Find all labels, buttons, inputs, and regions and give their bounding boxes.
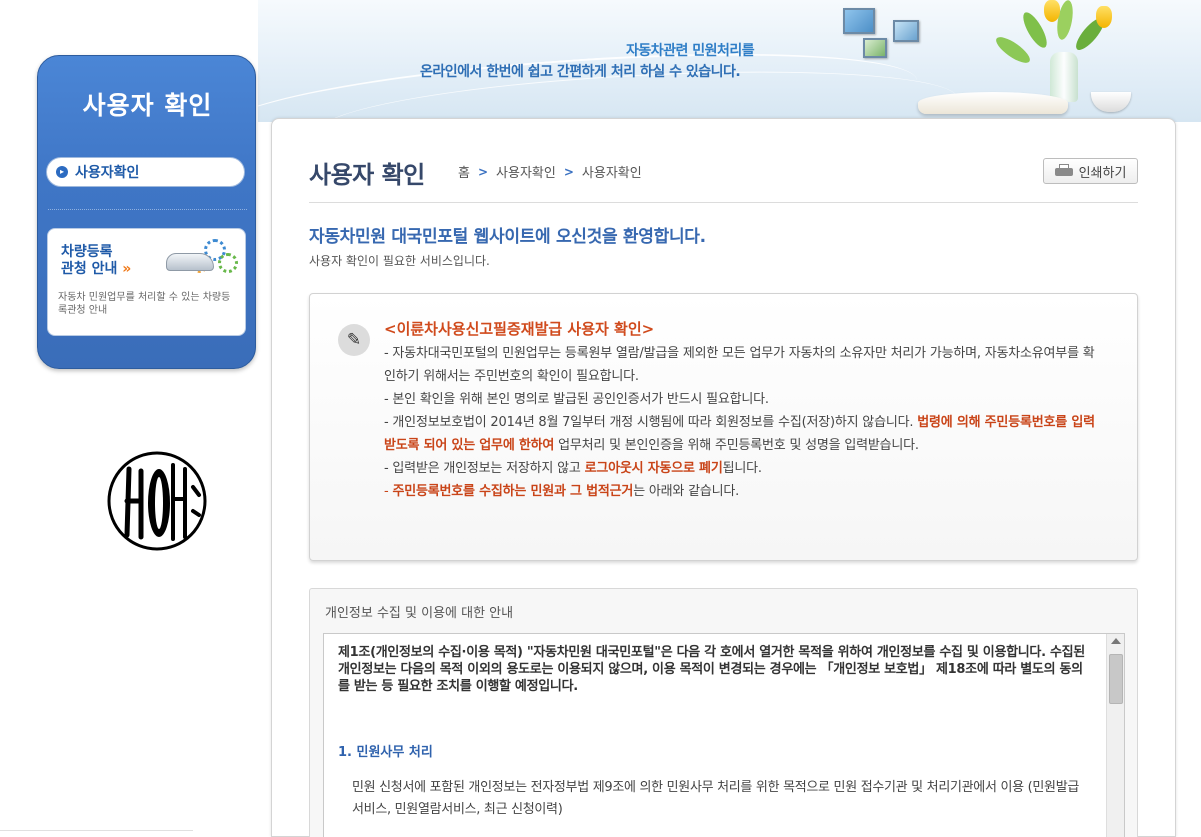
photo-frame-icon: [863, 38, 887, 58]
article-title: 1. 민원사무 처리: [338, 745, 433, 760]
photo-frame-icon: [893, 20, 919, 42]
notice-box: ✎ <이륜차사용신고필증재발급 사용자 확인> - 자동차대국민포털의 민원업무…: [309, 293, 1138, 561]
chevron-right-icon: >: [477, 164, 489, 179]
main-content-panel: 사용자 확인 홈 > 사용자확인 > 사용자확인 인쇄하기 자동차민원 대국민포…: [271, 118, 1176, 837]
notice-text: 는 아래와 같습니다.: [633, 484, 740, 499]
privacy-section: 개인정보 수집 및 이용에 대한 안내 제1조(개인정보의 수집·이용 목적) …: [309, 588, 1138, 837]
chevron-right-icon: >: [563, 164, 574, 179]
print-button-label: 인쇄하기: [1078, 165, 1127, 181]
circle-arrow-icon: ▸: [56, 166, 68, 178]
print-button[interactable]: 인쇄하기: [1043, 158, 1138, 184]
promo-title: 차량등록 관청 안내 »: [61, 244, 151, 278]
tulip-decoration: [1044, 0, 1060, 22]
notice-item: - 본인 확인을 위해 본인 명의로 발급된 공인인증서가 반드시 필요합니다.: [384, 392, 769, 407]
scrollbar-thumb[interactable]: [1109, 654, 1123, 704]
vertical-scrollbar[interactable]: [1106, 634, 1124, 837]
privacy-intro: 제1조(개인정보의 수집·이용 목적) "자동차민원 대국민포털"은 다음 각 …: [338, 645, 1085, 694]
notice-item: - 주민등록번호를 수집하는 민원과 그 법적근거는 아래와 같습니다.: [384, 480, 1100, 503]
notice-text: - 개인정보보호법이 2014년 8월 7일부터 개정 시행됨에 따라 회원정보…: [384, 415, 918, 430]
notice-heading: <이륜차사용신고필증재발급 사용자 확인>: [384, 320, 655, 338]
sidebar-title: 사용자 확인: [82, 91, 213, 120]
scroll-up-arrow-icon[interactable]: [1111, 638, 1121, 644]
banner-slogan-line2: 온라인에서 한번에 쉽고 간편하게 처리 하실 수 있습니다.: [420, 64, 741, 80]
breadcrumb-home[interactable]: 홈: [458, 162, 470, 181]
open-book-decoration: [918, 92, 1068, 114]
notice-item: - 개인정보보호법이 2014년 8월 7일부터 개정 시행됨에 따라 회원정보…: [384, 411, 1100, 457]
notice-body: - 자동차대국민포털의 민원업무는 등록원부 열람/발급을 제외한 모든 업무가…: [384, 342, 1100, 503]
footer-divider: [0, 830, 193, 831]
notice-highlight: 주민등록번호를 수집하는 민원과 그 법적근거: [392, 484, 634, 499]
title-divider: [309, 202, 1138, 203]
vase-decoration: [1050, 52, 1078, 102]
notice-item: - 입력받은 개인정보는 저장하지 않고 로그아웃시 자동으로 폐기됩니다.: [384, 457, 1100, 480]
breadcrumb-item[interactable]: 사용자확인: [496, 162, 556, 181]
car-icon: [166, 253, 214, 271]
memo-pencil-icon: ✎: [338, 324, 370, 356]
welcome-subtitle: 사용자 확인이 필요한 서비스입니다.: [309, 254, 490, 268]
left-sidebar: 사용자 확인 ▸ 사용자확인 차량등록 관청 안내 » 자동차 민원업무를 처리…: [37, 55, 256, 369]
sidebar-divider: [48, 209, 247, 210]
coffee-cup-decoration: [1091, 92, 1131, 112]
privacy-section-title: 개인정보 수집 및 이용에 대한 안내: [325, 606, 514, 621]
registration-office-banner[interactable]: 차량등록 관청 안내 » 자동차 민원업무를 처리할 수 있는 차량등록관청 안…: [47, 228, 246, 336]
hand-drawn-logo: [107, 451, 207, 551]
top-banner: 자동차관련 민원처리를 온라인에서 한번에 쉽고 간편하게 처리 하실 수 있습…: [258, 0, 1201, 122]
sidebar-item-label: 사용자확인: [75, 165, 140, 181]
promo-description: 자동차 민원업무를 처리할 수 있는 차량등록관청 안내: [58, 292, 231, 316]
notice-text: 됩니다.: [722, 461, 762, 476]
privacy-terms-scrollbox[interactable]: 제1조(개인정보의 수집·이용 목적) "자동차민원 대국민포털"은 다음 각 …: [323, 633, 1125, 837]
banner-slogan-line1: 자동차관련 민원처리를: [626, 43, 755, 59]
promo-title-line1: 차량등록: [61, 244, 113, 260]
photo-frame-icon: [843, 8, 875, 34]
notice-text: 업무처리 및 본인인증을 위해 주민등록번호 및 성명을 입력받습니다.: [554, 438, 919, 453]
double-arrow-icon: »: [122, 261, 132, 277]
printer-icon: [1054, 164, 1073, 178]
leaf-decoration: [992, 32, 1034, 68]
notice-item: - 자동차대국민포털의 민원업무는 등록원부 열람/발급을 제외한 모든 업무가…: [384, 346, 1095, 384]
notice-text: - 입력받은 개인정보는 저장하지 않고: [384, 461, 585, 476]
breadcrumb-current: 사용자확인: [581, 166, 642, 181]
sidebar-item-user-verify[interactable]: ▸ 사용자확인: [46, 157, 245, 187]
breadcrumb: 홈 > 사용자확인 > 사용자확인: [458, 162, 642, 182]
tulip-decoration: [1096, 6, 1112, 28]
promo-title-line2: 관청 안내: [61, 261, 118, 277]
gear-icon: [218, 253, 238, 273]
article-body: 민원 신청서에 포함된 개인정보는 전자정부법 제9조에 의한 민원사무 처리를…: [352, 780, 1080, 817]
welcome-heading: 자동차민원 대국민포털 웹사이트에 오신것을 환영합니다.: [309, 227, 706, 247]
notice-highlight: 로그아웃시 자동으로 폐기: [584, 461, 723, 476]
page-title: 사용자 확인: [309, 161, 425, 189]
